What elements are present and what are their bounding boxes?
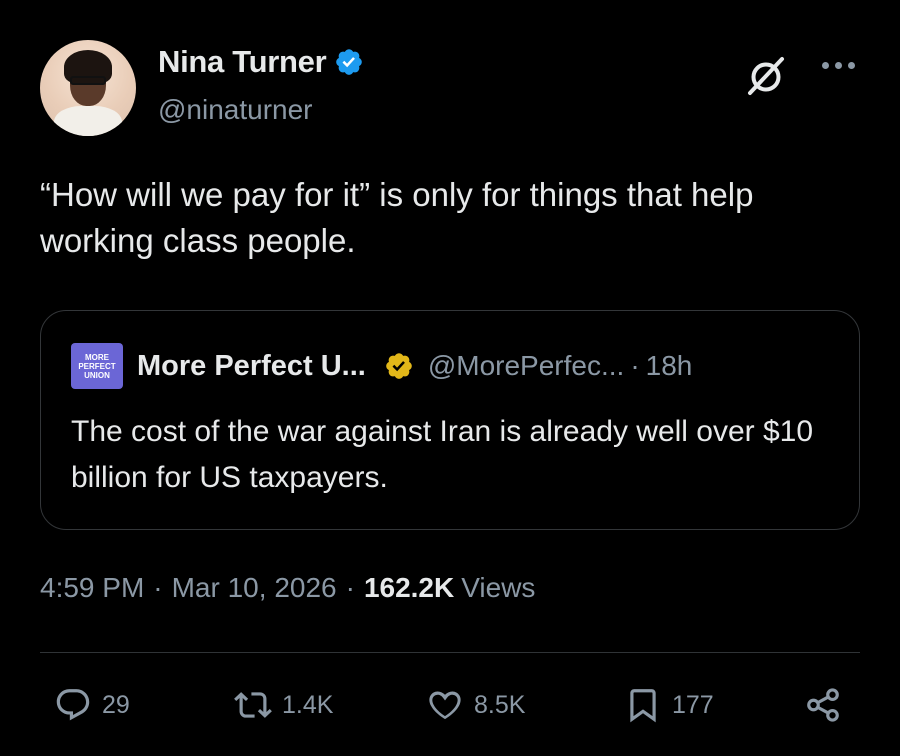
verified-badge-icon[interactable] — [334, 47, 364, 77]
quoted-separator: · — [630, 350, 640, 381]
repost-icon — [234, 692, 272, 718]
author-handle[interactable]: @ninaturner — [158, 94, 313, 126]
tweet-text: “How will we pay for it” is only for thi… — [40, 176, 754, 259]
quoted-tweet-text: The cost of the war against Iran is alre… — [71, 415, 814, 494]
views-label: Views — [461, 572, 536, 603]
quoted-display-name: More Perfect U... — [137, 349, 366, 382]
divider — [40, 652, 860, 653]
quoted-avatar-logo[interactable]: MORE PERFECT UNION — [71, 343, 123, 389]
bookmark-icon — [630, 689, 656, 723]
grok-icon[interactable] — [744, 54, 788, 98]
post-date[interactable]: Mar 10, 2026 — [172, 572, 337, 604]
avatar-shirt — [54, 106, 122, 136]
reply-icon — [56, 689, 90, 721]
reply-button[interactable]: 29 — [54, 686, 130, 724]
gold-verified-badge-icon — [386, 353, 412, 379]
quoted-handle: @MorePerfec... — [427, 350, 625, 381]
post-time[interactable]: 4:59 PM — [40, 572, 144, 604]
more-dot — [848, 62, 855, 69]
tweet-header: Nina Turner @ninaturner — [40, 40, 860, 136]
share-icon — [807, 688, 839, 722]
more-icon[interactable] — [822, 62, 858, 74]
meta-separator: · — [153, 572, 163, 603]
logo-line: MORE — [85, 352, 109, 362]
bookmark-count: 177 — [672, 690, 714, 719]
author-name-row: Nina Turner — [158, 44, 364, 80]
bookmark-button[interactable]: 177 — [624, 686, 714, 724]
more-dot — [822, 62, 829, 69]
reply-count: 29 — [102, 690, 130, 719]
quoted-time: 18h — [645, 350, 693, 381]
quoted-tweet[interactable]: MORE PERFECT UNION More Perfect U... @Mo… — [40, 310, 860, 530]
like-count: 8.5K — [474, 690, 526, 719]
tweet-meta: 4:59 PM · Mar 10, 2026 · 162.2K Views — [40, 572, 535, 604]
repost-button[interactable]: 1.4K — [234, 686, 333, 724]
views-count[interactable]: 162.2K — [364, 572, 454, 604]
repost-count: 1.4K — [282, 690, 334, 719]
logo-line: PERFECT — [78, 361, 116, 371]
avatar[interactable] — [40, 40, 136, 136]
like-button[interactable]: 8.5K — [426, 686, 525, 724]
action-bar: 29 1.4K 8.5K 177 — [40, 686, 860, 738]
share-button[interactable] — [804, 686, 842, 724]
quoted-tweet-header: MORE PERFECT UNION More Perfect U... @Mo… — [71, 343, 692, 389]
author-display-name[interactable]: Nina Turner — [158, 44, 327, 80]
meta-separator: · — [345, 572, 355, 603]
more-dot — [835, 62, 842, 69]
logo-line: UNION — [84, 370, 110, 380]
like-icon — [429, 691, 461, 720]
avatar-glasses — [70, 76, 106, 85]
